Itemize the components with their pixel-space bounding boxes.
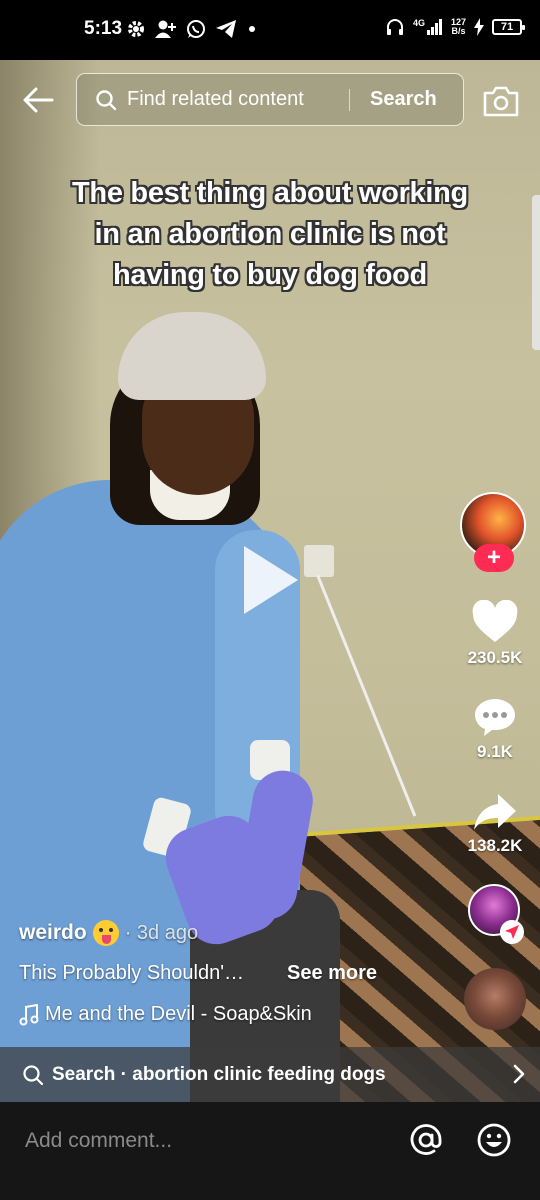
mention-at-icon[interactable] (408, 1122, 444, 1158)
heart-icon (472, 600, 518, 642)
share-button[interactable]: 138.2K (454, 792, 536, 856)
telegram-icon (216, 20, 236, 38)
network-speed: 127 B/s (450, 17, 466, 36)
post-description[interactable]: This Probably Shouldn'… (19, 962, 244, 985)
search-icon (96, 89, 117, 110)
comment-input[interactable]: Add comment... (25, 1129, 172, 1153)
chevron-right-icon (513, 1064, 525, 1084)
share-arrow-icon (474, 794, 516, 830)
search-icon (23, 1064, 44, 1085)
comment-bubble-icon (475, 699, 515, 736)
signal-icon: 4G (413, 19, 443, 35)
like-count: 230.5K (467, 648, 523, 667)
like-button[interactable]: 230.5K (454, 600, 536, 668)
battery-icon: 71 (492, 19, 525, 35)
related-search-text: Search · abortion clinic feeding dogs (52, 1063, 386, 1085)
settings-gear-icon (128, 21, 144, 37)
related-search-bar[interactable]: Search · abortion clinic feeding dogs (0, 1047, 540, 1102)
music-track[interactable]: Me and the Devil - Soap&Skin (19, 1003, 312, 1026)
share-count: 138.2K (467, 836, 523, 855)
see-more-link[interactable]: See more (287, 962, 377, 985)
music-disc[interactable] (464, 968, 526, 1030)
plus-icon: + (486, 544, 501, 571)
recommended-badge (500, 920, 524, 944)
username[interactable]: weirdo (19, 921, 87, 945)
back-button[interactable] (20, 82, 56, 118)
status-right-icons: 4G 127 B/s 71 (385, 17, 525, 37)
network-type: 4G (412, 18, 425, 28)
music-title: Me and the Devil - Soap&Skin (45, 1003, 312, 1025)
search-divider (349, 88, 350, 111)
video-caption: The best thing about working in an abort… (20, 173, 520, 296)
side-panel-handle[interactable] (532, 195, 540, 350)
video-scene-outlet (304, 545, 334, 577)
charging-icon (474, 18, 484, 36)
caption-line-1: The best thing about working (72, 177, 468, 209)
camera-icon[interactable] (482, 84, 520, 118)
whatsapp-icon (187, 20, 205, 38)
comment-button[interactable]: 9.1K (454, 696, 536, 762)
arrow-left-icon (23, 87, 54, 113)
post-time: · 3d ago (124, 921, 199, 944)
emoji-face-icon[interactable] (476, 1122, 512, 1158)
headphones-icon (386, 19, 403, 35)
status-bar: 5:13 4G 127 B/s 71 (0, 0, 540, 60)
comment-bar: Add comment... (0, 1102, 540, 1200)
video-scene-cable (316, 574, 417, 817)
caption-line-3: having to buy dog food (113, 259, 427, 291)
send-arrow-icon (505, 925, 519, 939)
play-icon[interactable] (240, 542, 302, 618)
music-note-icon (19, 1003, 39, 1025)
tongue-emoji-icon (92, 920, 119, 946)
search-input[interactable]: Find related content (127, 88, 349, 111)
status-time: 5:13 (84, 18, 123, 39)
add-person-icon (155, 20, 176, 38)
comment-count: 9.1K (477, 742, 513, 761)
status-left-icons (126, 19, 258, 39)
search-bar[interactable]: Find related content Search (76, 73, 464, 126)
search-button[interactable]: Search (370, 88, 437, 111)
video-scene-cap (118, 312, 266, 400)
caption-line-2: in an abortion clinic is not (94, 218, 446, 250)
dot-icon (249, 26, 255, 32)
follow-button[interactable]: + (474, 544, 514, 572)
post-author[interactable]: weirdo · 3d ago (19, 920, 198, 946)
